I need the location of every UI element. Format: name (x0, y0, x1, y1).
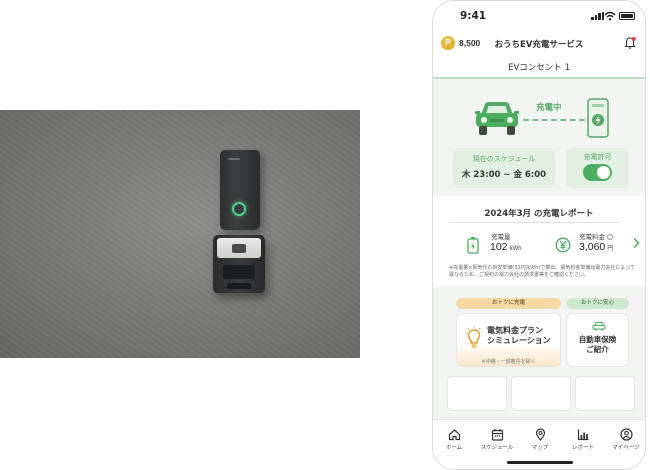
device-header: EVコンセント 1 (433, 55, 645, 79)
bell-icon[interactable] (623, 36, 637, 50)
signal-icon (591, 12, 604, 20)
car-insurance-card[interactable]: 自動車保険 ご紹介 (566, 313, 629, 367)
lightbulb-icon (465, 326, 483, 348)
rate-plan-title: 電気料金プラン シミュレーション (487, 326, 551, 346)
calendar-icon (491, 429, 503, 441)
unit-logo (228, 158, 240, 160)
home-indicator[interactable] (507, 461, 573, 464)
car-insurance-title: 自動車保険 ご紹介 (567, 335, 628, 355)
tab-schedule[interactable]: スケジュール (476, 428, 518, 451)
schedule-card[interactable]: 現在のスケジュール 木 23:00 ~ 金 6:00 (453, 148, 555, 188)
report-note: ※充電量×電気代の目安単価(31円/kWh)で算出。電気料金単価は電力会社によっ… (449, 265, 635, 278)
info-icon[interactable] (607, 234, 613, 240)
wall-texture (0, 110, 360, 358)
product-photo (0, 110, 360, 358)
car-icon (475, 102, 519, 135)
car-insurance-title-line1: 自動車保険 (578, 335, 617, 344)
promo-badge-safety: おトクに安心 (566, 298, 629, 309)
phone-mockup: 9:41 P 8,500 おうちEV充電サービス EVコンセント 1 充電中 現… (432, 0, 646, 470)
chart-icon (577, 429, 588, 441)
toggle-knob (597, 166, 610, 179)
promo-badge-savings: おトクに充電 (456, 298, 561, 309)
battery-charge-icon (467, 237, 479, 254)
rate-plan-title-line2: シミュレーション (487, 336, 551, 345)
status-light (232, 202, 246, 216)
device-name[interactable]: EVコンセント 1 (433, 61, 645, 73)
outlet-base (227, 283, 251, 289)
charging-status: 充電中 (433, 81, 645, 149)
charge-fee-label-text: 充電料金 (579, 233, 605, 241)
charger-control-unit (220, 150, 260, 230)
charge-amount-value: 102 kWh (490, 241, 522, 253)
charge-amount-unit: kWh (509, 246, 522, 252)
tab-map-label: マップ (531, 445, 549, 451)
charge-fee-number: 3,060 (579, 241, 606, 253)
charging-state-label: 充電中 (536, 103, 562, 113)
small-car-icon (592, 321, 606, 331)
rate-plan-footnote: ※沖縄・一部離島を除く (481, 359, 536, 365)
permission-label: 充電許可 (583, 153, 612, 161)
schedule-label: 現在のスケジュール (472, 155, 536, 163)
home-icon (448, 429, 460, 441)
monthly-report[interactable]: 2024年3月 の充電レポート 充電量 102 kWh 充電料金 3,060 円 ※… (433, 196, 645, 286)
charging-flow-line (523, 119, 585, 121)
car-insurance-title-line2: ご紹介 (586, 345, 609, 354)
charge-permission-toggle[interactable] (583, 164, 612, 181)
user-icon (619, 428, 633, 441)
yen-icon (555, 237, 571, 253)
placeholder-tile[interactable] (575, 376, 635, 411)
tab-home[interactable]: ホーム (433, 428, 475, 451)
charge-permission-card: 充電許可 (566, 148, 629, 188)
charger-icon (587, 98, 609, 138)
app-header: P 8,500 おうちEV充電サービス (433, 31, 645, 55)
placeholder-tile[interactable] (447, 376, 507, 411)
tab-schedule-label: スケジュール (480, 445, 514, 451)
charge-amount-label: 充電量 (491, 233, 511, 241)
tab-home-label: ホーム (445, 445, 463, 451)
status-time: 9:41 (460, 10, 487, 22)
outlet-cover (223, 265, 255, 279)
placeholder-tile[interactable] (511, 376, 571, 411)
tab-report-label: レポート (571, 445, 594, 451)
promotions: おトクに充電 おトクに安心 電気料金プラン シミュレーション ※沖縄・一部離島を… (433, 293, 645, 373)
report-divider (449, 222, 621, 223)
wifi-icon (604, 11, 616, 21)
tab-map[interactable]: マップ (519, 428, 561, 451)
charge-fee-label: 充電料金 (579, 231, 613, 241)
charge-fee-value: 3,060 円 (579, 241, 613, 253)
charger-outlet-unit (213, 235, 265, 293)
rate-plan-title-line1: 電気料金プラン (487, 326, 543, 335)
charge-fee-unit: 円 (607, 246, 614, 252)
charge-amount-number: 102 (490, 241, 508, 253)
battery-icon (619, 12, 635, 20)
schedule-value: 木 23:00 ~ 金 6:00 (461, 170, 547, 180)
report-title: 2024年3月 の充電レポート (484, 209, 594, 219)
map-pin-icon (535, 428, 545, 441)
rate-plan-simulation-card[interactable]: 電気料金プラン シミュレーション ※沖縄・一部離島を除く (456, 313, 561, 367)
status-bar: 9:41 (433, 1, 645, 31)
tab-mypage-label: マイページ (612, 445, 640, 451)
chevron-right-icon[interactable] (632, 237, 640, 249)
app-title: おうちEV充電サービス (494, 40, 584, 50)
tab-mypage[interactable]: マイページ (605, 428, 645, 451)
tab-report[interactable]: レポート (562, 428, 604, 451)
outlet-plate (217, 238, 261, 258)
